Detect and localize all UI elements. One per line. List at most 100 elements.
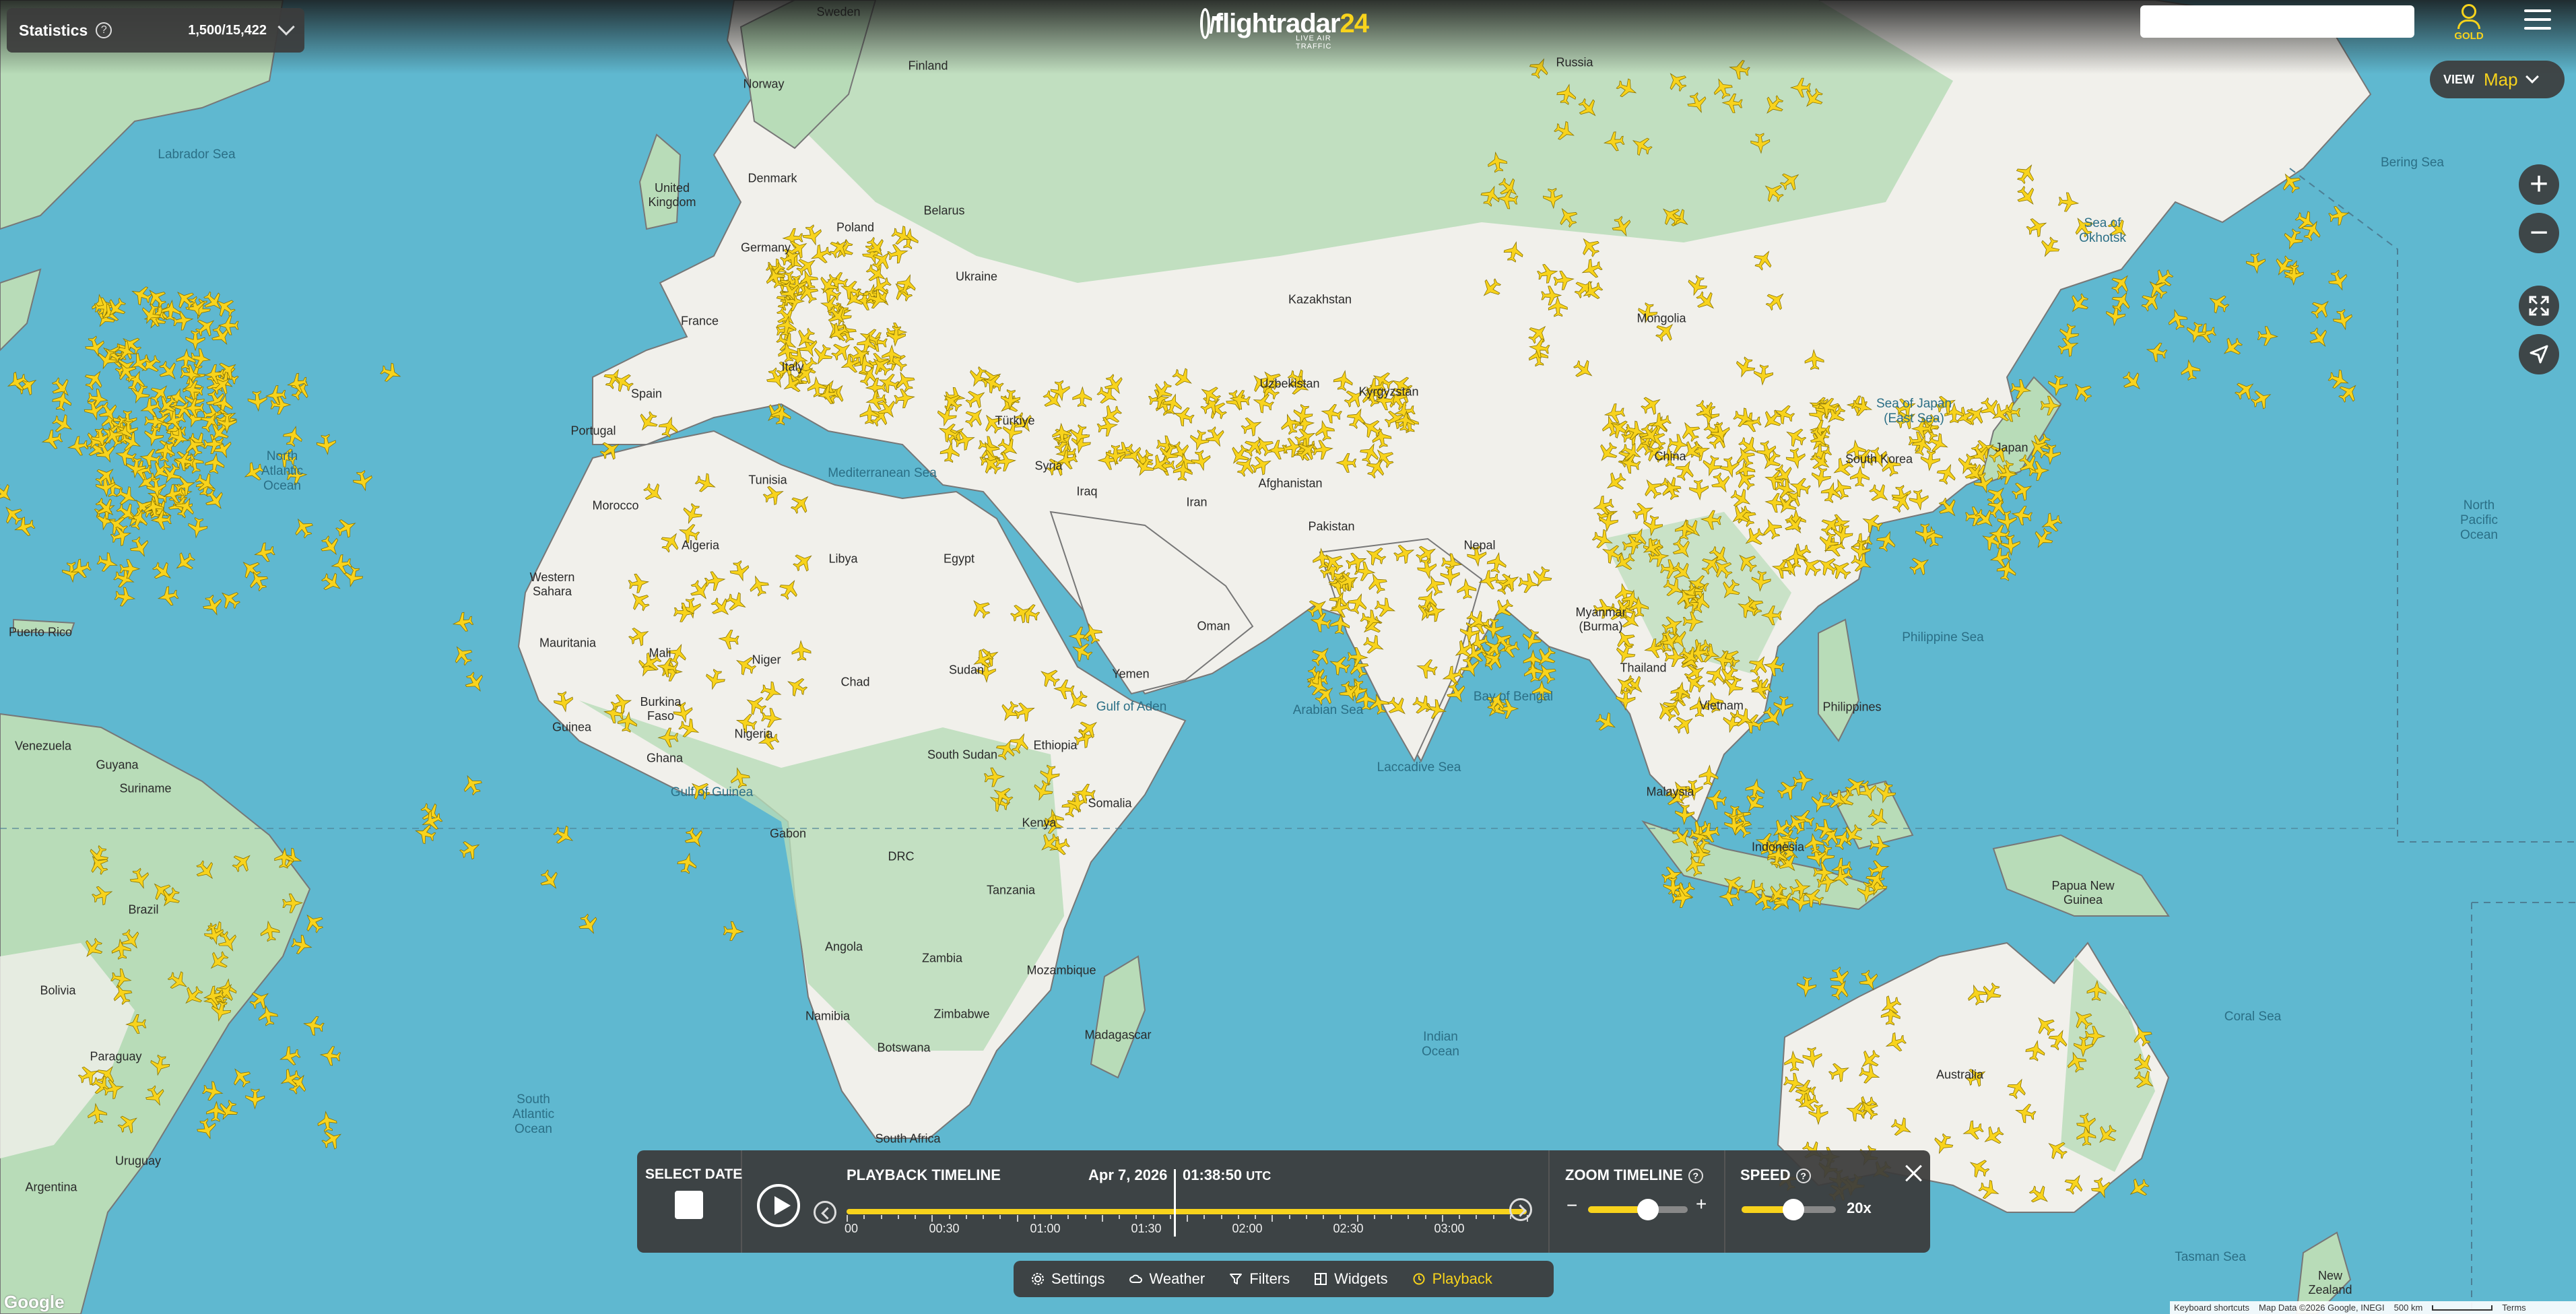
timeline-tick: [1033, 1215, 1035, 1219]
chevron-down-icon[interactable]: [277, 18, 295, 36]
filters-label: Filters: [1249, 1270, 1290, 1287]
map-label: Afghanistan: [1258, 476, 1323, 490]
map-label: Puerto Rico: [8, 625, 73, 639]
map-label: Kyrgyzstan: [1358, 385, 1419, 399]
playback-label: Playback: [1432, 1270, 1492, 1287]
hamburger-menu-icon[interactable]: [2524, 9, 2551, 34]
zoom-timeline-label-text: ZOOM TIMELINE: [1565, 1167, 1683, 1183]
playback-date: Apr 7, 2026: [1088, 1167, 1168, 1183]
map-label: Philippine Sea: [1902, 630, 1984, 645]
close-icon[interactable]: [1905, 1164, 1923, 1183]
zoom-in-button[interactable]: +: [2519, 164, 2559, 205]
zoom-slider-knob[interactable]: [1637, 1199, 1659, 1220]
zoom-timeline-plus[interactable]: +: [1696, 1193, 1707, 1215]
timeline-tick-label: 03:00: [1434, 1222, 1465, 1235]
timeline-tick: [1067, 1215, 1069, 1219]
terms-link[interactable]: Terms: [2502, 1303, 2525, 1313]
playback-panel: SELECT DATE PLAYBACK TIMELINE Apr 7, 202…: [637, 1150, 1930, 1253]
map-label: Indian Ocean: [1422, 1030, 1459, 1059]
map-label: Burkina Faso: [640, 695, 682, 723]
widgets-button[interactable]: Widgets: [1314, 1270, 1388, 1288]
weather-button[interactable]: Weather: [1129, 1270, 1205, 1288]
view-selector[interactable]: VIEW Map: [2430, 61, 2565, 98]
map-label: Paraguay: [90, 1049, 142, 1063]
filters-button[interactable]: Filters: [1229, 1270, 1290, 1288]
map-label: Sea of Okhotsk: [2079, 216, 2126, 245]
view-label: VIEW: [2443, 72, 2475, 86]
map-label: Norway: [743, 77, 785, 91]
timeline-tick: [915, 1215, 916, 1219]
search-input[interactable]: [2140, 5, 2414, 38]
help-icon[interactable]: ?: [1688, 1169, 1703, 1184]
playback-button[interactable]: Playback: [1412, 1270, 1492, 1288]
map-label: DRC: [888, 849, 915, 863]
zoom-timeline-slider[interactable]: [1588, 1199, 1688, 1220]
timeline-tick-label: 01:00: [1030, 1222, 1061, 1235]
play-button[interactable]: [757, 1184, 800, 1227]
map-label: Zimbabwe: [933, 1007, 990, 1021]
map-label: Libya: [828, 552, 858, 566]
statistics-widget[interactable]: Statistics ? 1,500/15,422: [7, 8, 304, 53]
keyboard-shortcuts-link[interactable]: Keyboard shortcuts: [2174, 1303, 2249, 1313]
timeline-tick-label: 00:30: [929, 1222, 960, 1235]
timeline-tick: [1101, 1215, 1103, 1222]
timeline-tick: [1272, 1215, 1274, 1222]
timeline-tick: [897, 1215, 899, 1219]
help-icon[interactable]: ?: [96, 22, 112, 38]
calendar-icon[interactable]: [675, 1191, 703, 1219]
widgets-icon: [1315, 1273, 1327, 1285]
settings-label: Settings: [1051, 1270, 1105, 1287]
timeline-tick: [1187, 1215, 1188, 1222]
speed-slider-knob[interactable]: [1783, 1199, 1804, 1220]
timeline-tick-label: 02:00: [1232, 1222, 1263, 1235]
world-map[interactable]: [0, 0, 2576, 1314]
map-footer: Keyboard shortcuts Map Data ©2026 Google…: [2170, 1301, 2576, 1314]
zoom-timeline-minus[interactable]: −: [1566, 1195, 1577, 1216]
map-label: Angola: [824, 940, 863, 954]
map-label: Gabon: [769, 826, 807, 841]
map-label: China: [1654, 449, 1686, 463]
zoom-out-button[interactable]: −: [2519, 213, 2559, 253]
weather-icon: [1129, 1274, 1142, 1283]
step-back-button[interactable]: [814, 1201, 836, 1224]
playback-time-value: 01:38:50: [1183, 1167, 1243, 1183]
timeline-tick: [1476, 1215, 1478, 1219]
locate-me-button[interactable]: [2519, 334, 2559, 374]
timeline-tick: [948, 1215, 950, 1219]
fullscreen-button[interactable]: [2519, 286, 2559, 326]
timeline-tick: [1305, 1215, 1307, 1219]
flightradar24-logo[interactable]: flightradar24 LIVE AIR TRAFFIC: [1200, 3, 1369, 51]
playback-cursor[interactable]: [1174, 1169, 1176, 1237]
map-label: Ethiopia: [1033, 738, 1078, 752]
map-label: Syria: [1034, 459, 1063, 473]
timeline-tick: [1203, 1215, 1206, 1219]
map-label: Japan: [1995, 440, 2028, 455]
settings-button[interactable]: Settings: [1031, 1270, 1105, 1288]
user-icon-body: [2457, 20, 2480, 29]
map-label: Denmark: [748, 171, 797, 185]
map-label: Nepal: [1463, 538, 1496, 552]
map-label: Gulf of Guinea: [670, 785, 754, 799]
timeline-tick: [999, 1215, 1001, 1219]
timeline-tick: [1051, 1215, 1052, 1219]
gold-account-button[interactable]: GOLD: [2449, 3, 2489, 43]
help-icon[interactable]: ?: [1795, 1169, 1811, 1184]
step-forward-button[interactable]: [1509, 1198, 1532, 1221]
select-date-section[interactable]: SELECT DATE: [637, 1150, 742, 1253]
timeline-tick: [1408, 1215, 1410, 1219]
view-value: Map: [2484, 69, 2518, 90]
map-label: Zambia: [921, 951, 963, 965]
map-label: Philippines: [1822, 700, 1882, 714]
select-date-label: SELECT DATE: [645, 1167, 743, 1182]
playback-timeline-track[interactable]: [847, 1209, 1527, 1214]
divider: [1724, 1150, 1725, 1253]
speed-slider[interactable]: [1742, 1199, 1836, 1220]
map-label: Indonesia: [1751, 840, 1805, 854]
radar-logo-icon: [1200, 8, 1210, 39]
map-label: Türkiye: [995, 414, 1035, 428]
timeline-tick: [1016, 1215, 1018, 1222]
timeline-tick: [880, 1215, 882, 1219]
map-label: France: [680, 314, 719, 328]
map-label: Venezuela: [14, 739, 72, 753]
timeline-tick: [1220, 1215, 1222, 1219]
